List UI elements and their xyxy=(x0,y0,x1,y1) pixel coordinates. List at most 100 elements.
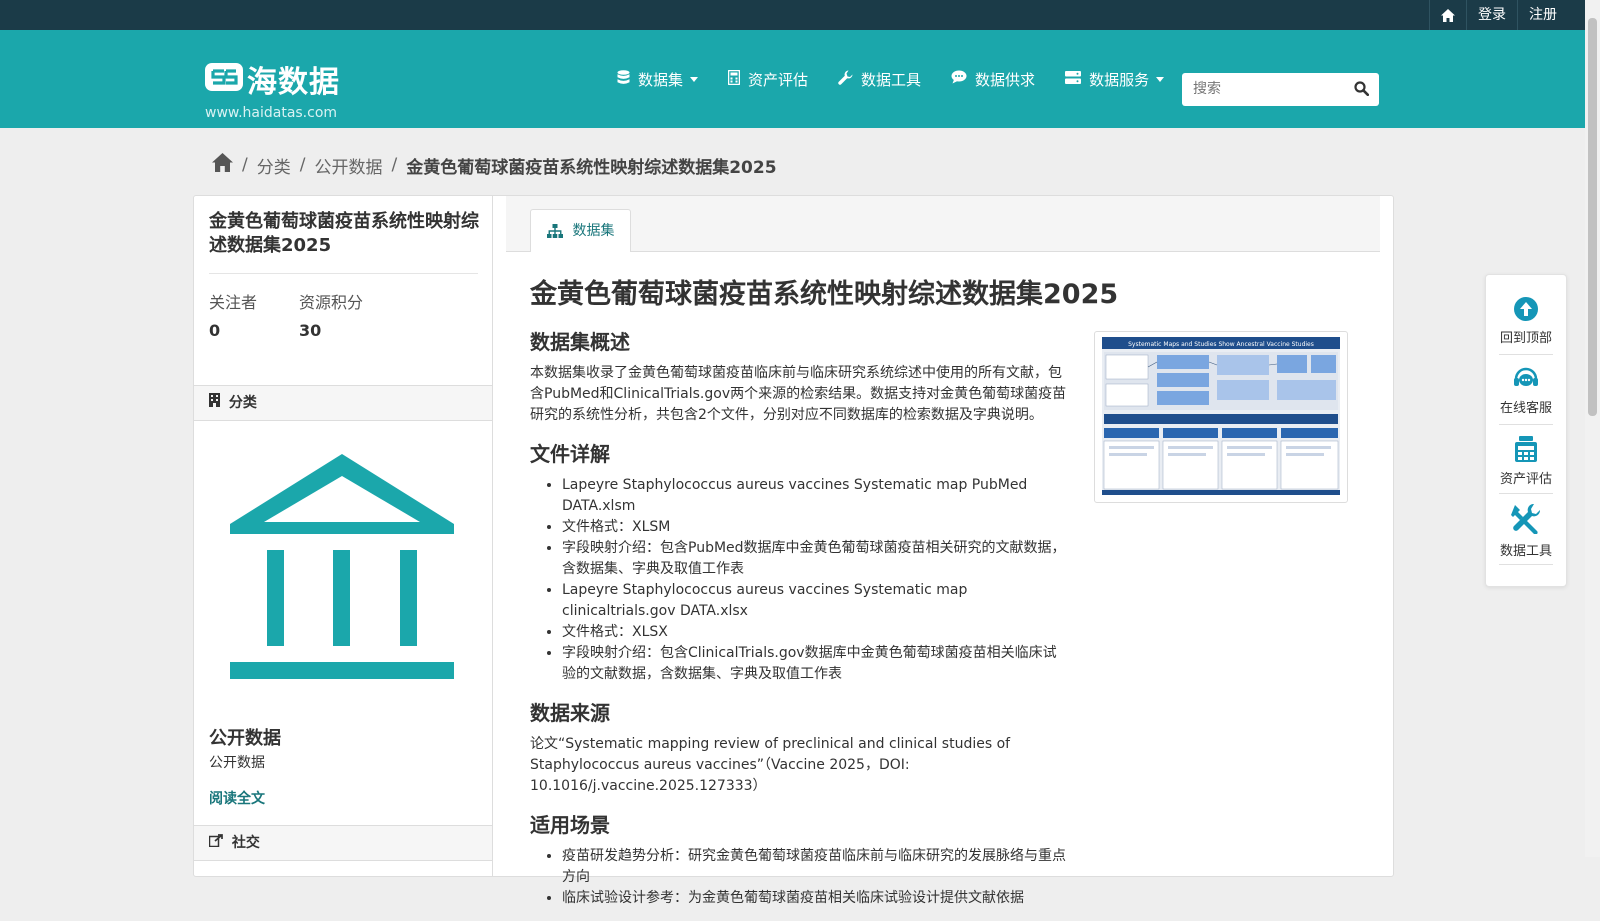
chat-icon xyxy=(951,70,975,88)
list-item: 文件格式：XLSX xyxy=(562,622,1070,643)
float-item-label: 数据工具 xyxy=(1499,544,1552,559)
section-heading-overview: 数据集概述 xyxy=(530,330,630,354)
section-heading-usage: 适用场景 xyxy=(530,813,610,837)
float-item-label: 资产评估 xyxy=(1499,472,1552,487)
headset-icon xyxy=(1513,367,1539,395)
list-item: 字段映射介绍：包含ClinicalTrials.gov数据库中金黄色葡萄球菌疫苗… xyxy=(562,643,1070,685)
wrench-icon xyxy=(838,70,861,89)
overview-text: 本数据集收录了金黄色葡萄球菌疫苗临床前与临床研究系统综述中使用的所有文献，包含P… xyxy=(530,365,1067,423)
caret-down-icon xyxy=(690,76,699,82)
site-logo[interactable]: 海数据 xyxy=(205,62,340,100)
breadcrumb-current[interactable]: 金黄色葡萄球菌疫苗系统性映射综述数据集2025 xyxy=(406,153,776,178)
nav-item-data-supply[interactable]: 数据供求 xyxy=(951,69,1035,90)
page-title: 金黄色葡萄球菌疫苗系统性映射综述数据集2025 xyxy=(530,279,1119,310)
section-heading-source: 数据来源 xyxy=(530,701,610,725)
nav-item-data-tools[interactable]: 数据工具 xyxy=(838,69,921,90)
nav-label: 数据供求 xyxy=(975,70,1036,89)
breadcrumb: / 分类 / 公开数据 / 金黄色葡萄球菌疫苗系统性映射综述数据集2025 xyxy=(212,153,777,178)
divider xyxy=(1499,564,1553,565)
list-item: Lapeyre Staphylococcus aureus vaccines S… xyxy=(562,475,1070,517)
search-box xyxy=(1182,73,1379,106)
scrollbar-thumb[interactable] xyxy=(1588,18,1597,416)
sidebar: 金黄色葡萄球菌疫苗系统性映射综述数据集2025 关注者 0 资源积分 30 分类 xyxy=(194,196,493,876)
breadcrumb-item-public-data[interactable]: 公开数据 xyxy=(314,153,382,178)
preview-image-title: Systematic Maps and Studies Show Ancestr… xyxy=(1128,341,1314,348)
institution-icon xyxy=(230,454,454,683)
list-item: 字段映射介绍：包含PubMed数据库中金黄色葡萄球菌疫苗相关研究的文献数据，含数… xyxy=(562,538,1070,580)
sidebar-dataset-title: 金黄色葡萄球菌疫苗系统性映射综述数据集2025 xyxy=(209,211,479,256)
stat-label: 资源积分 xyxy=(299,293,364,312)
calculator-icon xyxy=(727,69,748,89)
breadcrumb-item-category[interactable]: 分类 xyxy=(257,153,291,178)
account-links: 登录 注册 xyxy=(1429,0,1568,30)
data-tools-button[interactable]: 数据工具 xyxy=(1486,503,1566,559)
database-icon xyxy=(617,69,638,89)
home-icon xyxy=(1441,7,1455,23)
building-icon xyxy=(209,393,225,411)
top-account-bar: 登录 注册 xyxy=(0,0,1600,30)
nav-item-datasets[interactable]: 数据集 xyxy=(617,69,699,90)
read-more-link[interactable]: 阅读全文 xyxy=(209,788,265,808)
dataset-content: 数据集 金黄色葡萄球菌疫苗系统性映射综述数据集2025 数据集概述 本数据集收录… xyxy=(506,196,1381,906)
sitemap-icon xyxy=(547,223,572,239)
nav-label: 数据集 xyxy=(638,70,684,89)
logo-text: 海数据 xyxy=(247,65,340,100)
category-heading-label: 分类 xyxy=(228,395,257,411)
breadcrumb-separator: / xyxy=(391,155,398,175)
divider xyxy=(1499,424,1553,425)
nav-label: 数据服务 xyxy=(1089,70,1150,89)
float-item-label: 回到顶部 xyxy=(1499,331,1552,346)
tab-label: 数据集 xyxy=(572,223,615,239)
breadcrumb-separator: / xyxy=(242,155,248,175)
stat-value: 0 xyxy=(209,321,221,340)
nav-item-asset-evaluation[interactable]: 资产评估 xyxy=(727,69,808,90)
tab-dataset[interactable]: 数据集 xyxy=(530,209,632,252)
server-icon xyxy=(1065,70,1089,88)
stat-value: 30 xyxy=(299,321,322,340)
search-icon[interactable] xyxy=(1354,81,1370,100)
organization-description: 公开数据 xyxy=(209,755,265,771)
list-item: 临床试验设计参考：为金黄色葡萄球菌疫苗相关临床试验设计提供文献依据 xyxy=(562,888,1070,909)
list-item: Lapeyre Staphylococcus aureus vaccines S… xyxy=(562,580,1070,622)
social-heading-label: 社交 xyxy=(231,835,260,851)
masthead: 海数据 www.haidatas.com 数据集 资产评估 数据工具 数据供求 … xyxy=(0,30,1600,128)
nav-label: 数据工具 xyxy=(861,70,922,89)
organization-name: 公开数据 xyxy=(209,728,281,749)
content-tabs: 数据集 xyxy=(506,196,1380,252)
stat-resource-points: 资源积分 30 xyxy=(299,289,363,340)
source-text: 论文“Systematic mapping review of preclini… xyxy=(530,736,1011,794)
breadcrumb-home-icon[interactable] xyxy=(212,153,233,177)
file-list: Lapeyre Staphylococcus aureus vaccines S… xyxy=(530,475,1070,685)
floating-toolbar: 回到顶部 在线客服 资产评估 数据工具 xyxy=(1485,274,1567,587)
float-item-label: 在线客服 xyxy=(1499,401,1552,416)
stat-followers: 关注者 0 xyxy=(209,289,257,340)
share-icon xyxy=(208,834,228,851)
usage-list: 疫苗研发趋势分析：研究金黄色葡萄球菌疫苗临床前与临床研究的发展脉络与重点方向 临… xyxy=(530,846,1070,909)
main-nav: 数据集 资产评估 数据工具 数据供求 数据服务 xyxy=(617,30,1194,128)
online-support-button[interactable]: 在线客服 xyxy=(1486,367,1566,416)
page-scrollbar[interactable] xyxy=(1585,0,1600,857)
stat-label: 关注者 xyxy=(209,293,258,312)
nav-item-data-services[interactable]: 数据服务 xyxy=(1065,69,1165,90)
list-item: 疫苗研发趋势分析：研究金黄色葡萄球菌疫苗临床前与临床研究的发展脉络与重点方向 xyxy=(562,846,1070,888)
section-heading-files: 文件详解 xyxy=(530,442,610,466)
dataset-preview-image[interactable]: Systematic Maps and Studies Show Ancestr… xyxy=(1094,331,1348,503)
tools-icon xyxy=(1511,503,1541,538)
register-link[interactable]: 注册 xyxy=(1517,0,1568,30)
divider xyxy=(1499,354,1553,355)
back-to-top-button[interactable]: 回到顶部 xyxy=(1486,297,1566,346)
asset-evaluation-button[interactable]: 资产评估 xyxy=(1486,436,1566,487)
main-wrapper: 金黄色葡萄球菌疫苗系统性映射综述数据集2025 关注者 0 资源积分 30 分类 xyxy=(193,195,1394,906)
list-item: 文件格式：XLSM xyxy=(562,517,1070,538)
logo-mark-icon xyxy=(205,63,243,95)
home-link[interactable] xyxy=(1429,0,1466,30)
breadcrumb-separator: / xyxy=(299,155,306,175)
site-url: www.haidatas.com xyxy=(205,105,338,121)
divider xyxy=(209,273,478,274)
category-heading: 分类 xyxy=(194,385,492,421)
login-link[interactable]: 登录 xyxy=(1466,0,1517,30)
search-input[interactable] xyxy=(1182,73,1354,104)
arrow-up-circle-icon xyxy=(1514,297,1538,325)
dataset-description: 数据集概述 本数据集收录了金黄色葡萄球菌疫苗临床前与临床研究系统综述中使用的所有… xyxy=(530,326,1070,921)
social-heading: 社交 xyxy=(194,825,492,861)
